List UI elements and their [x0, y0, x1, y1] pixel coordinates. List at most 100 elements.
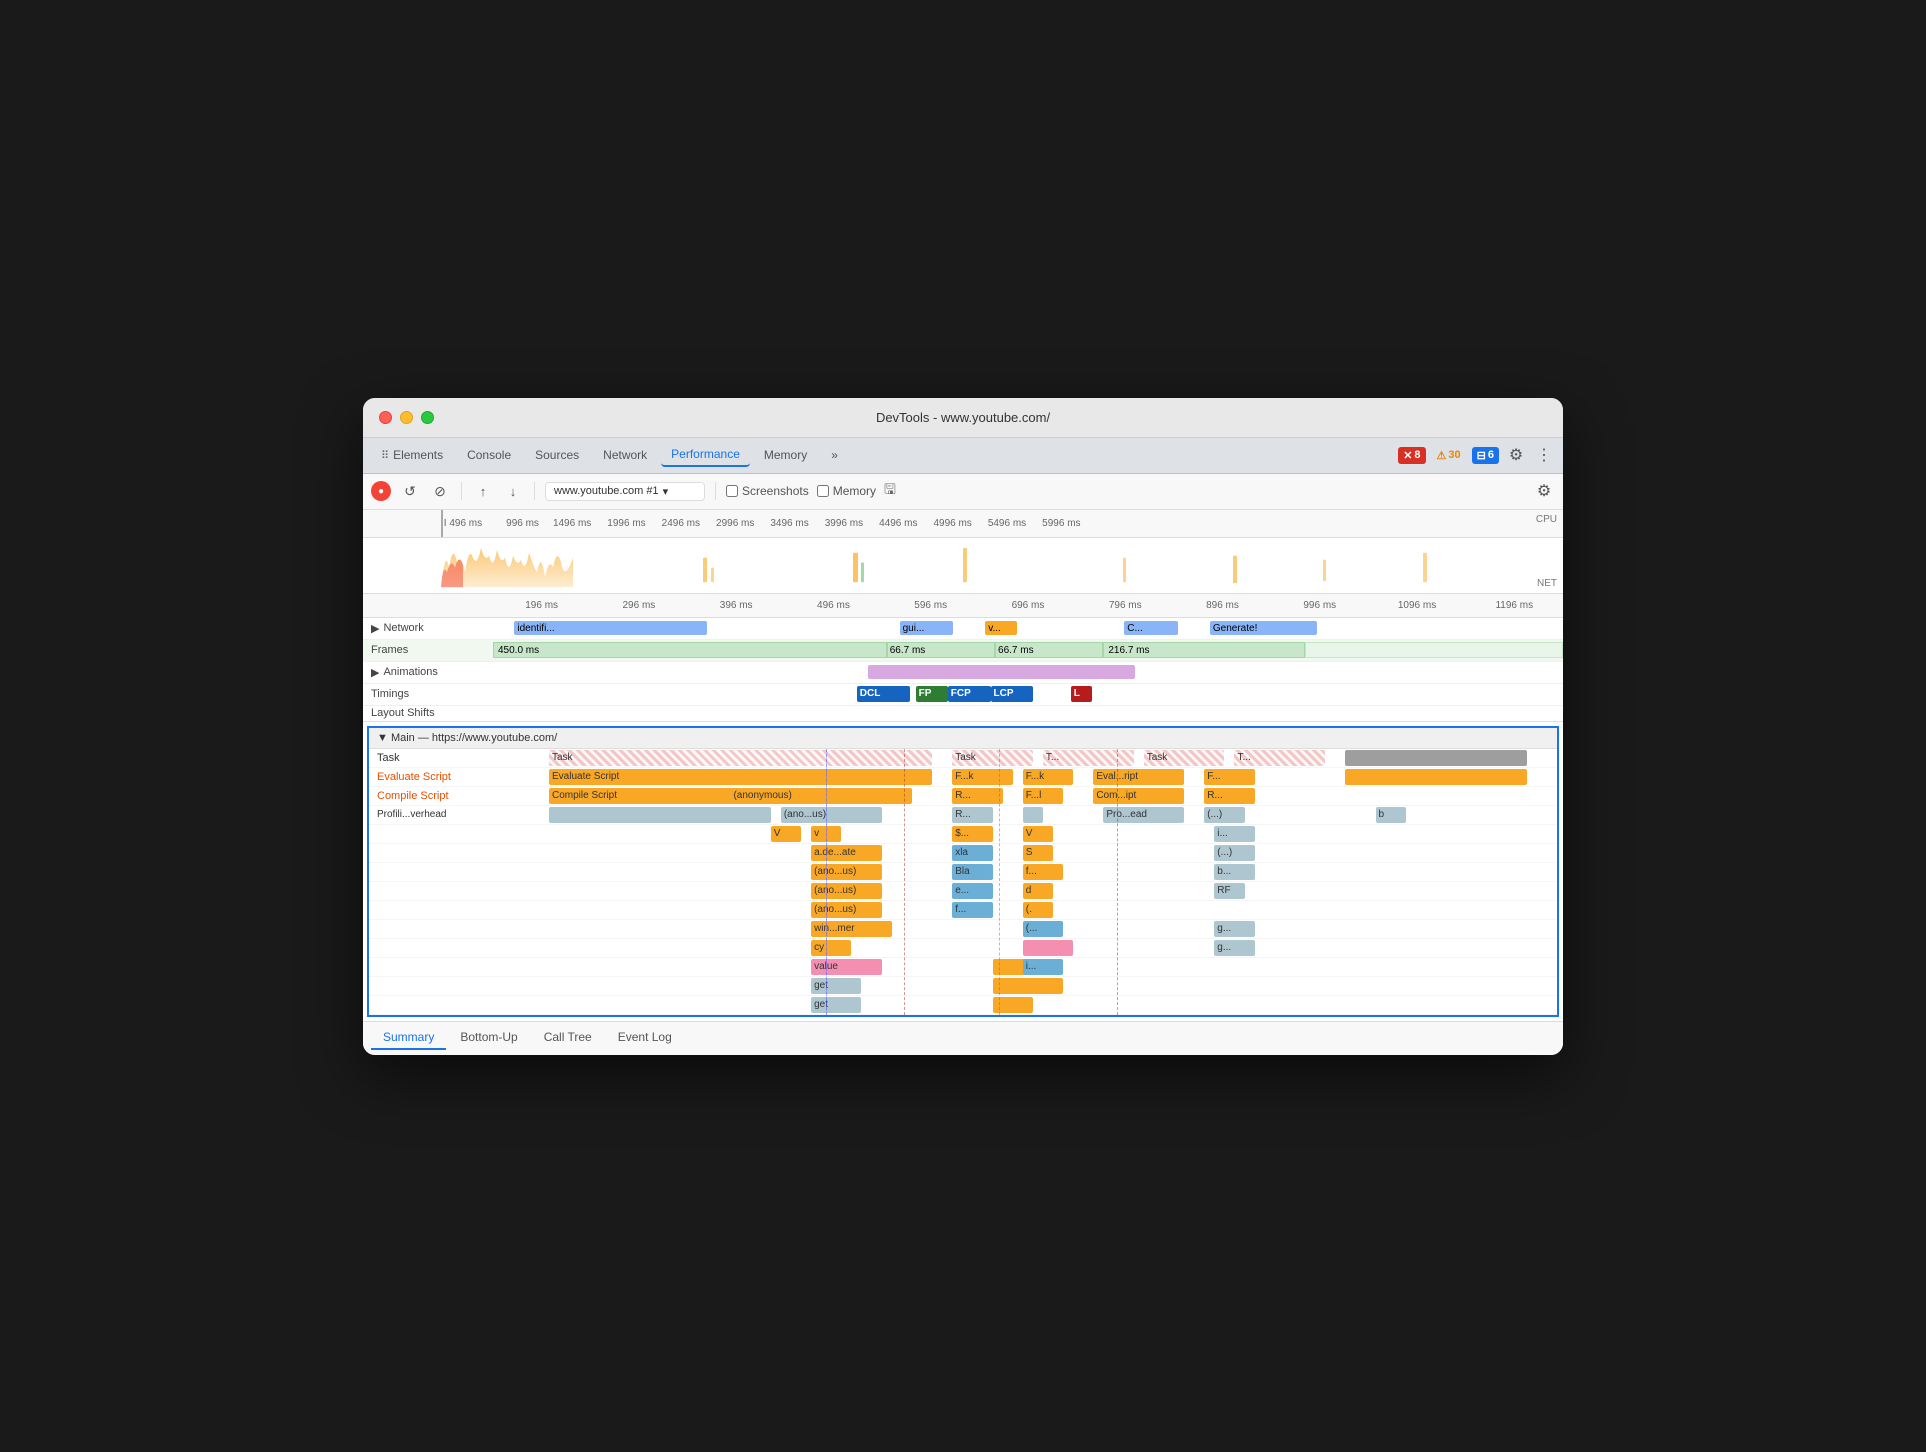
eval-bar-2: F...k	[1023, 769, 1073, 785]
row5-bar-s: S	[1023, 845, 1053, 861]
timing-fcp: FCP	[948, 686, 991, 702]
reload-record-button[interactable]: ↺	[399, 480, 421, 502]
row13-bar-get2: get	[811, 997, 861, 1013]
row6-bar-b: b...	[1214, 864, 1254, 880]
animations-row-content	[493, 662, 1563, 683]
tab-console[interactable]: Console	[457, 444, 521, 466]
timings-row: Timings DCL FP FCP LCP L	[363, 684, 1563, 706]
tab-overflow[interactable]: »	[821, 444, 848, 466]
toolbar-separator-2	[534, 482, 535, 500]
task-label-1: Evaluate Script	[369, 768, 549, 786]
detail-mark-2: 396 ms	[688, 600, 785, 611]
network-row-content: identifi... gui... v... C... Generate!	[493, 617, 1563, 639]
row10-bar-pink	[1023, 940, 1073, 956]
task-bars-0: Task Task T... Task T...	[549, 749, 1557, 767]
detail-mark-6: 796 ms	[1077, 600, 1174, 611]
performance-toolbar: ● ↺ ⊘ ↑ ↓ www.youtube.com #1 ▾ Screensho…	[363, 474, 1563, 510]
task-bars-4: V v $... V i...	[549, 825, 1557, 843]
more-options-button[interactable]: ⋮	[1533, 444, 1555, 466]
network-expand-icon[interactable]: ▶	[371, 622, 379, 635]
main-section-header: ▼ Main — https://www.youtube.com/	[369, 728, 1557, 749]
compile-bar-4: Com...ipt	[1093, 788, 1184, 804]
row11-bar-i: i...	[1023, 959, 1063, 975]
flame-row-evaluate: Evaluate Script Evaluate Script F...k F.…	[369, 768, 1557, 787]
clear-button[interactable]: ⊘	[429, 480, 451, 502]
frames-row-content: 450.0 ms 66.7 ms 66.7 ms 216.7 ms	[493, 639, 1563, 661]
tab-event-log[interactable]: Event Log	[606, 1026, 684, 1050]
profiling-bar-3	[1023, 807, 1043, 823]
dropdown-icon: ▾	[663, 485, 669, 498]
frames-row: Frames 450.0 ms 66.7 ms 66.7 ms 216.7 ms	[363, 640, 1563, 662]
tab-bottom-up[interactable]: Bottom-Up	[448, 1026, 529, 1050]
toolbar-separator-3	[715, 482, 716, 500]
memory-checkbox[interactable]	[817, 485, 829, 497]
task-bar-task-3: Task	[1144, 750, 1225, 766]
tab-memory[interactable]: Memory	[754, 444, 817, 466]
detail-ruler: 196 ms 296 ms 396 ms 496 ms 596 ms 696 m…	[363, 594, 1563, 618]
task-label-10	[369, 939, 549, 957]
detail-mark-8: 996 ms	[1271, 600, 1368, 611]
error-count-badge: ✕ 8	[1398, 447, 1425, 464]
cpu-label: CPU	[1536, 514, 1557, 525]
toolbar-separator	[461, 482, 462, 500]
tab-summary[interactable]: Summary	[371, 1026, 446, 1050]
minimize-button[interactable]	[400, 411, 413, 424]
network-row: ▶ Network identifi... gui... v... C... G…	[363, 618, 1563, 640]
task-bar-task-0: Task	[549, 750, 932, 766]
row4-bar-v2: v	[811, 826, 841, 842]
bottom-tab-bar: Summary Bottom-Up Call Tree Event Log	[363, 1021, 1563, 1055]
tab-call-tree[interactable]: Call Tree	[532, 1026, 604, 1050]
compile-bar-2: R...	[952, 788, 1002, 804]
compile-bar-5: R...	[1204, 788, 1254, 804]
row5-bar-par: (...)	[1214, 845, 1254, 861]
tab-network[interactable]: Network	[593, 444, 657, 466]
tab-list: ⠿ Elements Console Sources Network Perfo…	[371, 443, 848, 467]
detail-mark-9: 1096 ms	[1368, 600, 1465, 611]
row8-bar-par2: (.	[1023, 902, 1053, 918]
record-button[interactable]: ●	[371, 481, 391, 501]
task-label-5	[369, 844, 549, 862]
maximize-button[interactable]	[421, 411, 434, 424]
capture-settings-button[interactable]: ⚙	[1533, 480, 1555, 502]
profiling-bar-5: (...)	[1204, 807, 1244, 823]
frame-block-5	[1305, 642, 1563, 658]
profiling-bar-1: (ano...us)	[781, 807, 882, 823]
profiling-bar-2: R...	[952, 807, 992, 823]
warning-icon: ⚠	[1437, 449, 1447, 462]
frame-block-3: 66.7 ms	[995, 642, 1103, 658]
screenshots-checkbox[interactable]	[726, 485, 738, 497]
ruler-mark-9: 4996 ms	[933, 518, 971, 529]
download-button[interactable]: ↓	[502, 480, 524, 502]
close-button[interactable]	[379, 411, 392, 424]
task-bars-13: get	[549, 996, 1557, 1014]
network-bar-2: gui...	[900, 621, 954, 635]
task-label-4	[369, 825, 549, 843]
ruler-mark-6: 3496 ms	[770, 518, 808, 529]
network-bar-5: Generate!	[1210, 621, 1317, 635]
frame-block-1: 450.0 ms	[493, 642, 887, 658]
task-label-9	[369, 920, 549, 938]
row9-bar-win: win...mer	[811, 921, 892, 937]
row12-bar-get1: get	[811, 978, 861, 994]
tab-performance[interactable]: Performance	[661, 443, 750, 467]
settings-button[interactable]: ⚙	[1505, 444, 1527, 466]
animations-expand-icon[interactable]: ▶	[371, 666, 379, 679]
task-label-2: Compile Script	[369, 787, 549, 805]
eval-bar-1: F...k	[952, 769, 1012, 785]
task-label-12	[369, 977, 549, 995]
timings-row-content: DCL FP FCP LCP L	[493, 684, 1563, 705]
flame-row-12: get	[369, 977, 1557, 996]
row7-bar-d: d	[1023, 883, 1053, 899]
tab-elements[interactable]: ⠿ Elements	[371, 444, 453, 466]
tab-sources[interactable]: Sources	[525, 444, 589, 466]
frame-block-2: 66.7 ms	[887, 642, 995, 658]
upload-button[interactable]: ↑	[472, 480, 494, 502]
eval-bar-4: F...	[1204, 769, 1254, 785]
net-label: NET	[1537, 578, 1557, 589]
row9-bar-g: g...	[1214, 921, 1254, 937]
flame-row-10: cy g...	[369, 939, 1557, 958]
url-selector[interactable]: www.youtube.com #1 ▾	[545, 482, 705, 501]
detail-ruler-marks: 196 ms 296 ms 396 ms 496 ms 596 ms 696 m…	[363, 600, 1563, 611]
row6-bar-f: f...	[1023, 864, 1063, 880]
devtools-window: DevTools - www.youtube.com/ ⠿ Elements C…	[363, 398, 1563, 1055]
